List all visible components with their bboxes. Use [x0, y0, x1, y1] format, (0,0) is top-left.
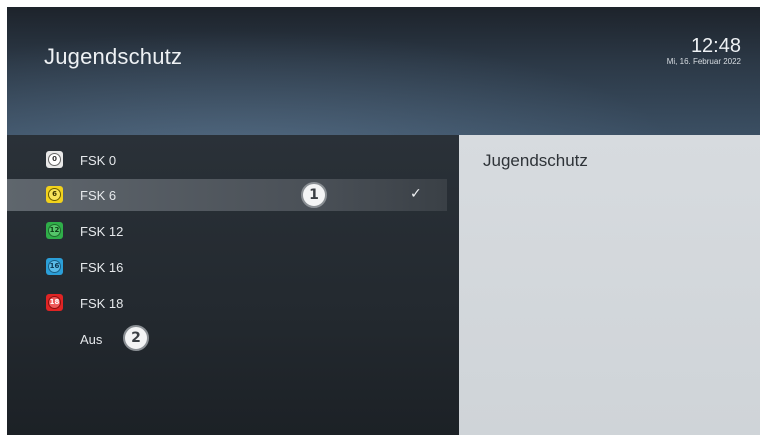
- menu-item-fsk-0[interactable]: 0 FSK 0: [7, 144, 447, 176]
- callout-2: 2: [123, 325, 149, 351]
- menu-item-aus[interactable]: Aus 2: [7, 323, 447, 355]
- fsk-6-icon: 6: [46, 186, 63, 203]
- menu-item-label: FSK 18: [80, 296, 124, 311]
- clock-time: 12:48: [690, 35, 741, 57]
- menu-item-fsk-16[interactable]: 16 FSK 16: [7, 251, 447, 283]
- info-panel: Jugendschutz: [459, 135, 760, 435]
- clock-date: Mi, 16. Februar 2022: [666, 57, 741, 66]
- fsk-16-icon: 16: [46, 258, 63, 275]
- clock: 12:48 Mi, 16. Februar 2022: [667, 35, 741, 67]
- menu-item-fsk-12[interactable]: 12 FSK 12: [7, 215, 447, 247]
- fsk-0-icon: 0: [46, 151, 63, 168]
- menu-item-label: FSK 16: [80, 260, 124, 275]
- menu-item-label: FSK 12: [80, 224, 124, 239]
- callout-1: 1: [301, 182, 327, 208]
- fsk-18-icon: 18: [46, 294, 63, 311]
- menu-item-fsk-6[interactable]: 6 FSK 6 ✓ 1: [7, 179, 447, 211]
- header: Jugendschutz 12:48 Mi, 16. Februar 2022: [7, 7, 760, 135]
- fsk-12-icon: 12: [46, 222, 63, 239]
- menu-item-label: FSK 6: [80, 188, 117, 203]
- selected-check-icon: ✓: [410, 185, 422, 201]
- menu-item-label: FSK 0: [80, 153, 117, 168]
- settings-list: 0 FSK 0 6 FSK 6 ✓ 1 12 FSK 12 16 FSK 16: [7, 135, 459, 435]
- menu-item-fsk-18[interactable]: 18 FSK 18: [7, 287, 447, 319]
- info-panel-title: Jugendschutz: [483, 151, 588, 170]
- page-title: Jugendschutz: [44, 44, 183, 69]
- menu-item-label: Aus: [80, 332, 103, 347]
- tv-screen: Jugendschutz 12:48 Mi, 16. Februar 2022 …: [7, 7, 760, 435]
